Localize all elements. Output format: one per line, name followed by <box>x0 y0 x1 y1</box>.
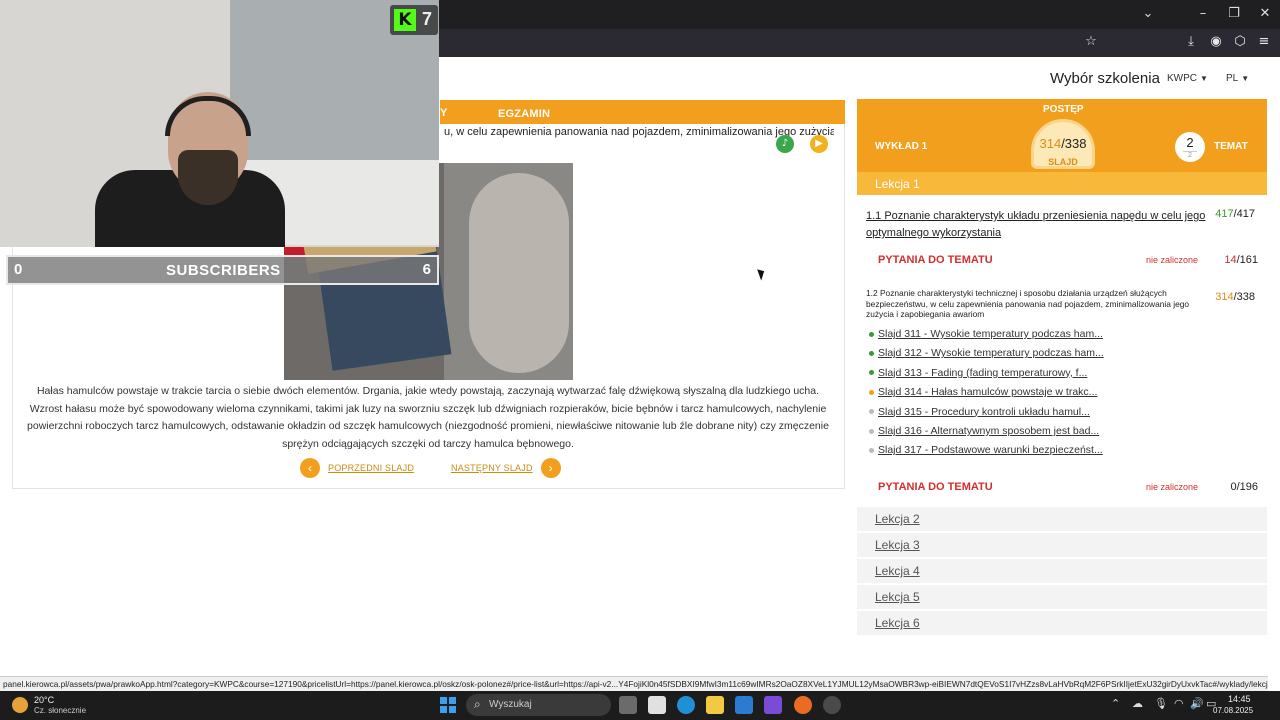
firefox-icon[interactable] <box>794 696 812 714</box>
task-view-icon[interactable] <box>619 696 637 714</box>
content-tabs: Y EGZAMIN <box>440 100 845 124</box>
webcam-overlay: K 7 <box>0 0 439 247</box>
slide-list-item[interactable]: Slajd 314 - Hałas hamulców powstaje w tr… <box>869 384 1097 400</box>
kick-follower-badge: K 7 <box>390 5 438 35</box>
clock-time[interactable]: 14:45 <box>1228 694 1251 704</box>
progress-label: POSTĘP <box>1043 104 1084 115</box>
account-icon[interactable]: ◉ <box>1207 34 1225 49</box>
bookmark-star-icon[interactable]: ☆ <box>1082 34 1100 49</box>
topic-label: TEMAT <box>1214 141 1248 152</box>
play-video-icon[interactable]: ▶ <box>810 135 828 153</box>
chevron-right-icon: › <box>540 458 561 478</box>
store-icon[interactable] <box>648 696 666 714</box>
audio-icon[interactable]: ♪ <box>776 135 794 153</box>
lesson-item[interactable]: Lekcja 2 <box>857 507 1267 531</box>
windows-start-icon[interactable] <box>440 697 456 713</box>
close-icon[interactable]: ✕ <box>1255 6 1275 21</box>
volume-icon[interactable]: 🔊 <box>1190 697 1204 710</box>
slide-list-item[interactable]: Slajd 311 - Wysokie temperatury podczas … <box>869 326 1103 342</box>
status-dot-icon <box>869 331 874 337</box>
mail-icon[interactable] <box>735 696 753 714</box>
tray-chevron-icon[interactable]: ⌃ <box>1111 697 1120 710</box>
chevron-down-icon: ▼ <box>1241 74 1250 83</box>
lecture-label: WYKŁAD 1 <box>875 141 928 152</box>
status-badge: nie zaliczone <box>1146 482 1199 492</box>
wifi-icon[interactable]: ◠ <box>1174 697 1184 710</box>
lesson-item[interactable]: Lekcja 3 <box>857 533 1267 557</box>
course-code-dropdown[interactable]: KWPC ▼ <box>1167 73 1208 84</box>
status-dot-icon <box>869 370 874 376</box>
status-dot-icon <box>869 389 874 395</box>
taskbar-search[interactable]: ⌕ Wyszukaj <box>466 694 611 716</box>
status-dot-icon <box>869 409 874 415</box>
topic-1-2[interactable]: 1.2 Poznanie charakterystyki technicznej… <box>866 288 1261 320</box>
status-badge: nie zaliczone <box>1146 255 1199 265</box>
extensions-icon[interactable]: ⬡ <box>1231 34 1249 49</box>
slide-list-item[interactable]: Slajd 313 - Fading (fading temperaturowy… <box>869 365 1087 381</box>
status-dot-icon <box>869 428 874 434</box>
tab-partial[interactable]: Y <box>440 107 447 119</box>
search-icon: ⌕ <box>474 697 481 711</box>
previous-slide-button[interactable]: ‹ POPRZEDNI SLAJD <box>300 458 414 478</box>
lesson-item[interactable]: Lekcja 5 <box>857 585 1267 609</box>
course-select-title[interactable]: Wybór szkolenia <box>1050 70 1160 87</box>
obs-icon[interactable] <box>823 696 841 714</box>
status-dot-icon <box>869 447 874 453</box>
kick-logo-icon: K <box>394 9 416 31</box>
weather-sun-icon[interactable] <box>12 697 28 713</box>
topic-count: 314/338 <box>1215 291 1255 303</box>
topic-progress-badge: 2 2 <box>1175 132 1205 162</box>
clock-date[interactable]: 07.08.2025 <box>1213 706 1253 715</box>
status-dot-icon <box>869 350 874 356</box>
progress-header: WYKŁAD 1 POSTĘP 314/338 SLAJD 2 2 TEMAT <box>857 99 1267 172</box>
edge-browser-icon[interactable] <box>677 696 695 714</box>
slide-description: Hałas hamulców powstaje w trakcie tarcia… <box>27 385 829 450</box>
taskbar: 20°C Cz. słonecznie ⌕ Wyszukaj ⌃ ☁ 🎙 ◠ 🔊… <box>0 691 1280 720</box>
chevron-down-icon: ▼ <box>1200 74 1208 83</box>
menu-icon[interactable]: ≡ <box>1255 34 1273 49</box>
cloud-icon[interactable]: ☁ <box>1132 697 1143 710</box>
next-slide-button[interactable]: NASTĘPNY SLAJD › <box>451 458 561 478</box>
chevron-left-icon: ‹ <box>300 458 320 478</box>
minimize-icon[interactable]: – <box>1193 6 1213 21</box>
language-dropdown[interactable]: PL ▼ <box>1226 73 1249 84</box>
topic-count: 417/417 <box>1215 208 1255 220</box>
lesson-item[interactable]: Lekcja 4 <box>857 559 1267 583</box>
slide-progress-badge: 314/338 SLAJD <box>1031 119 1095 169</box>
download-icon[interactable]: ⤓ <box>1182 34 1200 49</box>
tab-exam[interactable]: EGZAMIN <box>498 108 550 120</box>
weather-condition[interactable]: Cz. słonecznie <box>34 706 86 715</box>
weather-temp[interactable]: 20°C <box>34 695 54 705</box>
microphone-icon[interactable]: 🎙 <box>1154 697 1168 710</box>
slide-list-item[interactable]: Slajd 315 - Procedury kontroli układu ha… <box>869 404 1090 420</box>
file-explorer-icon[interactable] <box>706 696 724 714</box>
slide-list-item[interactable]: Slajd 316 - Alternatywnym sposobem jest … <box>869 423 1099 439</box>
slide-intro-text: u, w celu zapewnienia panowania nad poja… <box>444 126 834 138</box>
topic-questions-2[interactable]: PYTANIA DO TEMATU nie zaliczone 0/196 <box>878 481 1258 497</box>
tab-list-chevron-icon[interactable]: ⌄ <box>1138 6 1158 21</box>
slide-list-item[interactable]: Slajd 317 - Podstawowe warunki bezpiecze… <box>869 442 1103 458</box>
topic-1-1[interactable]: 1.1 Poznanie charakterystyk układu przen… <box>866 208 1261 242</box>
lesson-item[interactable]: Lekcja 6 <box>857 611 1267 635</box>
copilot-icon[interactable] <box>764 696 782 714</box>
slide-list-item[interactable]: Slajd 312 - Wysokie temperatury podczas … <box>869 345 1104 361</box>
image-brake-disc <box>469 173 569 373</box>
status-url: panel.kierowca.pl/assets/pwa/prawkoApp.h… <box>0 676 1268 691</box>
subscribers-goal-bar: 0 SUBSCRIBERS 6 <box>6 255 439 285</box>
restore-icon[interactable]: ❐ <box>1224 6 1244 21</box>
lesson-1-header[interactable]: Lekcja 1 <box>857 172 1267 195</box>
topic-questions-1[interactable]: PYTANIA DO TEMATU nie zaliczone 14/161 <box>878 254 1258 270</box>
